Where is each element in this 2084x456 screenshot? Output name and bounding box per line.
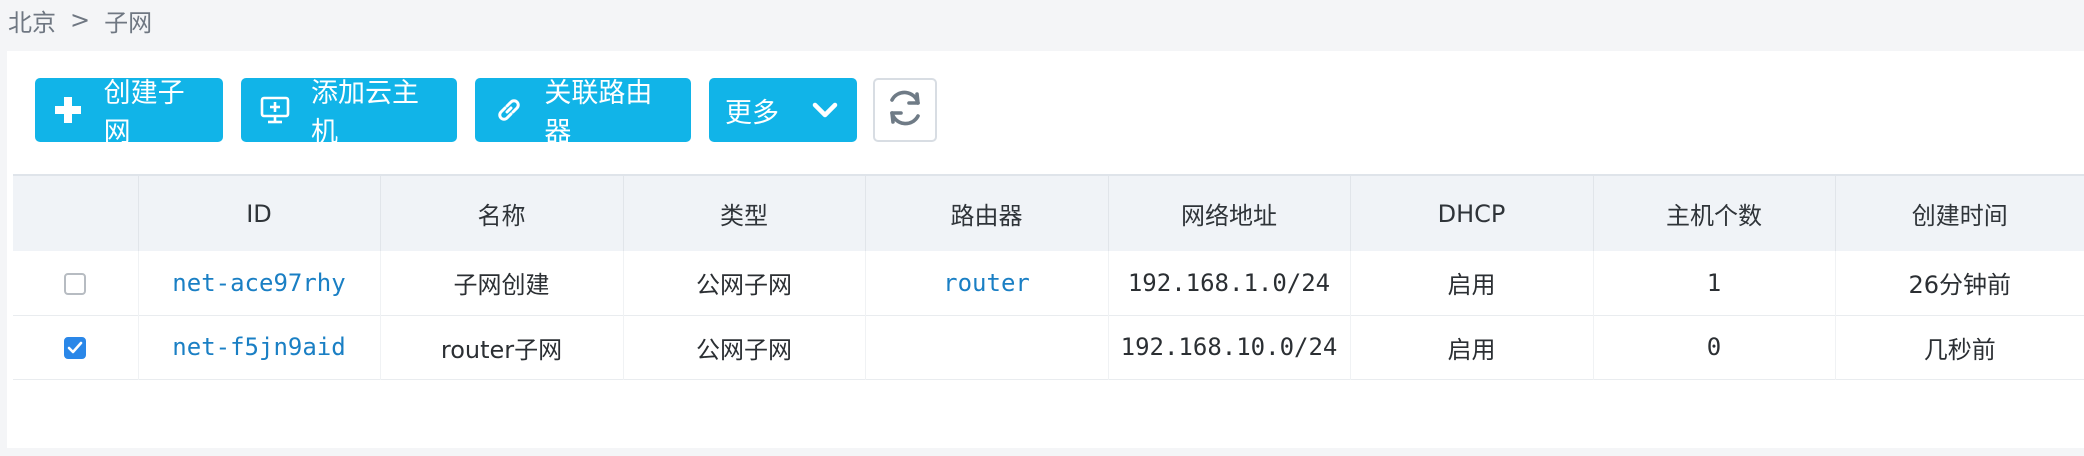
monitor-plus-icon	[259, 93, 291, 127]
subnet-panel: 创建子网 添加云主机 关联路由器 更多 ID 名称 类型 路由器 网络地址 DH…	[7, 51, 2084, 448]
more-label: 更多	[725, 97, 779, 129]
add-host-button[interactable]: 添加云主机	[241, 78, 457, 148]
header-network[interactable]: 网络地址	[1107, 175, 1350, 251]
link-icon	[493, 93, 524, 127]
dhcp-status: 启用	[1349, 251, 1593, 315]
host-count: 0	[1592, 315, 1835, 379]
row-select-cell	[13, 251, 138, 315]
header-router[interactable]: 路由器	[864, 175, 1108, 251]
add-host-label: 添加云主机	[311, 78, 419, 148]
created-time: 几秒前	[1834, 315, 2084, 379]
header-hosts[interactable]: 主机个数	[1592, 175, 1835, 251]
breadcrumb-region[interactable]: 北京	[8, 3, 56, 38]
chevron-down-icon	[811, 96, 839, 124]
dhcp-status: 启用	[1349, 315, 1593, 379]
header-name[interactable]: 名称	[379, 175, 623, 251]
subnet-table: ID 名称 类型 路由器 网络地址 DHCP 主机个数 创建时间 net-ace…	[13, 174, 2084, 380]
subnet-id-link[interactable]: net-f5jn9aid	[137, 315, 380, 379]
breadcrumb: 北京 > 子网	[8, 2, 152, 38]
breadcrumb-current: 子网	[104, 8, 153, 37]
more-dropdown-button[interactable]: 更多	[709, 78, 857, 142]
refresh-button[interactable]	[873, 78, 937, 142]
created-time: 26分钟前	[1834, 251, 2084, 315]
row-select-cell	[13, 315, 138, 379]
plus-icon	[53, 93, 84, 127]
create-subnet-label: 创建子网	[103, 78, 185, 148]
header-type[interactable]: 类型	[622, 175, 865, 251]
header-created[interactable]: 创建时间	[1834, 175, 2084, 251]
header-dhcp[interactable]: DHCP	[1349, 175, 1593, 251]
row-checkbox[interactable]	[64, 337, 87, 359]
toolbar: 创建子网 添加云主机 关联路由器 更多	[35, 78, 937, 148]
subnet-id-link[interactable]: net-ace97rhy	[137, 251, 380, 315]
subnet-type: 公网子网	[622, 315, 865, 379]
header-select	[13, 175, 138, 251]
table-row[interactable]: net-f5jn9aid router子网 公网子网 192.168.10.0/…	[13, 315, 2084, 379]
table-header-row: ID 名称 类型 路由器 网络地址 DHCP 主机个数 创建时间	[13, 175, 2084, 251]
network-address: 192.168.1.0/24	[1107, 251, 1350, 315]
subnet-name: 子网创建	[379, 251, 623, 315]
create-subnet-button[interactable]: 创建子网	[35, 78, 223, 148]
host-count: 1	[1592, 251, 1835, 315]
checkmark-icon	[67, 341, 83, 354]
breadcrumb-separator: >	[70, 6, 91, 34]
header-id[interactable]: ID	[137, 175, 380, 251]
row-checkbox[interactable]	[64, 272, 87, 295]
link-router-button[interactable]: 关联路由器	[475, 78, 691, 148]
subnet-name: router子网	[379, 315, 623, 379]
refresh-icon	[884, 87, 926, 133]
router-link[interactable]: router	[864, 251, 1108, 315]
link-router-label: 关联路由器	[544, 78, 653, 148]
table-row[interactable]: net-ace97rhy 子网创建 公网子网 router 192.168.1.…	[13, 251, 2084, 315]
subnet-type: 公网子网	[622, 251, 865, 315]
network-address: 192.168.10.0/24	[1107, 315, 1350, 379]
router-link[interactable]	[864, 315, 1108, 379]
